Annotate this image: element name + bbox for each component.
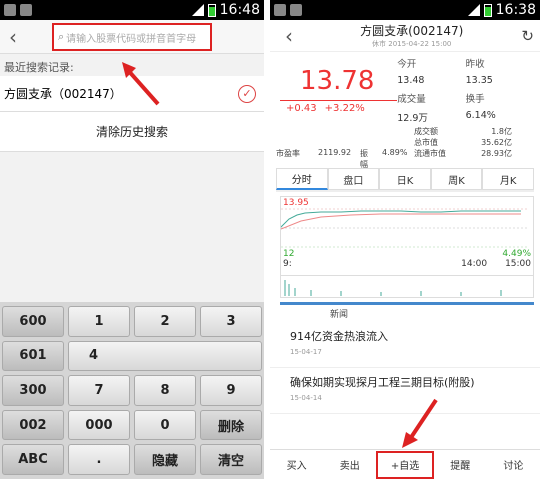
prev-close-value: 13.35 [465, 75, 493, 86]
refresh-icon[interactable]: ↻ [521, 27, 534, 45]
status-bar: 16:38 [270, 0, 540, 20]
stock-titlebar: ‹ 方圆支承(002147) 休市 2015-04-22 15:00 ↻ [270, 20, 540, 52]
clear-key[interactable]: 清空 [200, 444, 262, 475]
app-icon [290, 4, 302, 16]
key-0[interactable]: 0 [134, 409, 196, 441]
float-mcap-label: 流通市值 [414, 149, 446, 158]
volume-bars [280, 276, 534, 298]
tab-daily-k[interactable]: 日K [379, 168, 431, 190]
news-item[interactable]: 914亿资金热浪流入 15-04-17 [270, 322, 540, 368]
chart-low: 12 [283, 249, 295, 259]
key-9[interactable]: 9 [200, 375, 262, 406]
key-4[interactable]: 4 [68, 340, 262, 372]
chart-tabs: 分时 盘口 日K 周K 月K [276, 168, 534, 192]
notification-icon [4, 4, 16, 16]
back-icon[interactable]: ‹ [0, 25, 26, 49]
battery-icon [207, 3, 216, 17]
turnover-label: 换手 [465, 94, 485, 105]
key-8[interactable]: 8 [134, 375, 196, 406]
volume-label: 成交量 [397, 94, 426, 105]
tab-orderbook[interactable]: 盘口 [327, 168, 380, 190]
dot-key[interactable]: . [68, 444, 130, 475]
clock: 16:48 [219, 2, 260, 18]
key-002[interactable]: 002 [2, 409, 64, 441]
key-2[interactable]: 2 [134, 306, 196, 337]
news-date: 15-04-17 [290, 348, 322, 356]
status-bar: 16:48 [0, 0, 264, 20]
hide-keyboard-key[interactable]: 隐藏 [134, 444, 196, 475]
amount-label: 成交额 [414, 127, 438, 136]
back-icon[interactable]: ‹ [276, 24, 302, 48]
amount-value: 1.8亿 [491, 127, 512, 136]
news-headline: 914亿资金热浪流入 [290, 330, 388, 343]
notification-icon [274, 4, 286, 16]
annotation-arrow [122, 62, 160, 106]
float-mcap-value: 28.93亿 [481, 149, 512, 158]
recent-item-label: 方圆支承（002147） [4, 87, 122, 101]
pe-label: 市盈率 [276, 149, 300, 158]
chart-pct: 4.49% [502, 249, 531, 259]
added-check-icon[interactable]: ✓ [238, 84, 256, 103]
time-end: 15:00 [505, 259, 531, 269]
add-watchlist-button[interactable]: +自选 [376, 450, 434, 479]
annotation-arrow [402, 398, 438, 448]
amplitude-value: 4.89% [382, 148, 408, 157]
mcap-label: 总市值 [414, 138, 438, 147]
search-header: ‹ ⌕ 请输入股票代码或拼音首字母 [0, 20, 264, 54]
buy-button[interactable]: 买入 [270, 457, 323, 472]
search-placeholder: 请输入股票代码或拼音首字母 [66, 33, 197, 45]
stock-detail-screen: 16:38 ‹ 方圆支承(002147) 休市 2015-04-22 15:00… [270, 0, 540, 479]
alert-button[interactable]: 提醒 [434, 457, 487, 472]
key-300[interactable]: 300 [2, 375, 64, 406]
market-status: 休市 2015-04-22 15:00 [372, 40, 452, 48]
pe-value: 2119.92 [318, 148, 352, 157]
tab-monthly-k[interactable]: 月K [482, 168, 534, 190]
amplitude-label: 振 幅 [360, 149, 376, 169]
search-input[interactable]: ⌕ 请输入股票代码或拼音首字母 [52, 23, 212, 51]
search-screen: 16:48 ‹ ⌕ 请输入股票代码或拼音首字母 最近搜索记录: 方圆支承（002… [0, 0, 264, 479]
signal-icon [191, 4, 204, 16]
price-line-chart [281, 208, 527, 248]
key-600[interactable]: 600 [2, 306, 64, 337]
clear-history-button[interactable]: 清除历史搜索 [0, 112, 264, 152]
mcap-value: 35.62亿 [481, 138, 512, 147]
news-headline: 确保如期实现探月工程三期目标(附股) [290, 376, 475, 389]
sell-button[interactable]: 卖出 [323, 457, 376, 472]
action-bar: 买入 卖出 +自选 提醒 讨论 [270, 449, 540, 479]
prev-close-label: 昨收 [465, 59, 485, 70]
quote-panel: 13.78 +0.43 +3.22% 今开 昨收 13.48 13.35 成交量… [270, 52, 540, 128]
time-start: 9: [283, 259, 292, 269]
abc-key[interactable]: ABC [2, 444, 64, 475]
stock-keypad: 600 1 2 3 601 4 300 7 8 9 002 000 0 删除 A… [0, 302, 264, 479]
tab-weekly-k[interactable]: 周K [430, 168, 483, 190]
clock: 16:38 [495, 2, 536, 18]
time-mid: 14:00 [461, 259, 488, 269]
delete-key[interactable]: 删除 [200, 409, 262, 441]
stats-panel: 成交额 1.8亿 总市值 35.62亿 市盈率 2119.92 振 幅 4.89… [270, 127, 540, 169]
news-tab[interactable]: 新闻 [280, 302, 534, 322]
key-7[interactable]: 7 [68, 375, 130, 406]
tab-intraday[interactable]: 分时 [276, 168, 328, 190]
key-000[interactable]: 000 [68, 409, 130, 441]
current-price: 13.78 [300, 66, 375, 96]
key-1[interactable]: 1 [68, 306, 130, 337]
search-icon: ⌕ [58, 30, 65, 43]
price-change: +0.43 [286, 103, 317, 114]
battery-icon [483, 3, 492, 17]
chart-high: 13.95 [283, 198, 309, 208]
discuss-button[interactable]: 讨论 [487, 457, 540, 472]
stock-title: 方圆支承(002147) [360, 24, 464, 38]
open-label: 今开 [397, 59, 417, 70]
signal-icon [467, 4, 480, 16]
open-value: 13.48 [397, 75, 425, 86]
volume-chart [284, 280, 502, 296]
price-change-pct: +3.22% [324, 103, 365, 114]
key-601[interactable]: 601 [2, 340, 64, 372]
key-3[interactable]: 3 [200, 306, 262, 337]
intraday-chart[interactable]: 13.95 12 4.49% 9: 14:00 15:00 [280, 196, 534, 276]
app-icon [20, 4, 32, 16]
